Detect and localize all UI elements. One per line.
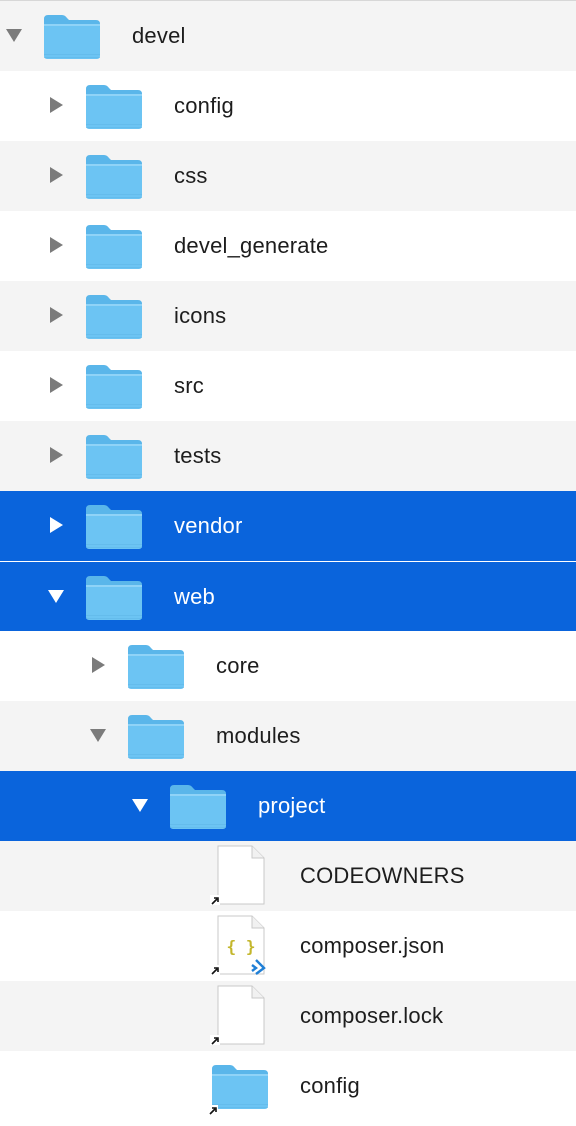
tree-row[interactable]: config: [0, 1051, 576, 1121]
folder-icon: [82, 425, 146, 485]
disclosure-collapsed-icon[interactable]: [46, 374, 66, 396]
disclosure-collapsed-icon[interactable]: [46, 164, 66, 186]
folder-icon: [82, 145, 146, 205]
tree-item-label: core: [216, 653, 260, 678]
tree-item-label: devel: [132, 23, 186, 48]
tree-row[interactable]: vendor: [0, 491, 576, 561]
tree-item-label: config: [174, 93, 234, 118]
folder-icon: [166, 775, 230, 835]
disclosure-collapsed-icon[interactable]: [88, 654, 108, 676]
tree-item-label: src: [174, 373, 204, 398]
svg-text:{ }: { }: [227, 937, 256, 956]
tree-item-label: CODEOWNERS: [300, 863, 465, 888]
tree-row[interactable]: config: [0, 71, 576, 141]
tree-item-label: composer.lock: [300, 1003, 444, 1028]
folder-icon: [82, 355, 146, 415]
tree-row[interactable]: core: [0, 631, 576, 701]
tree-item-label: project: [258, 793, 326, 818]
tree-row[interactable]: devel_generate: [0, 211, 576, 281]
folder-icon: [82, 285, 146, 345]
tree-row[interactable]: css: [0, 141, 576, 211]
disclosure-collapsed-icon[interactable]: [46, 514, 66, 536]
tree-row[interactable]: web: [0, 561, 576, 631]
disclosure-collapsed-icon[interactable]: [46, 304, 66, 326]
tree-item-label: composer.json: [300, 933, 445, 958]
disclosure-expanded-icon[interactable]: [4, 24, 24, 46]
tree-row[interactable]: src: [0, 351, 576, 421]
tree-item-label: config: [300, 1073, 360, 1098]
tree-row[interactable]: project: [0, 771, 576, 841]
disclosure-expanded-icon[interactable]: [130, 794, 150, 816]
document-alias-icon: [208, 985, 272, 1045]
folder-icon: [40, 5, 104, 65]
tree-item-label: icons: [174, 303, 227, 328]
folder-icon: [82, 215, 146, 275]
disclosure-collapsed-icon[interactable]: [46, 94, 66, 116]
tree-row[interactable]: CODEOWNERS: [0, 841, 576, 911]
tree-item-label: web: [174, 584, 215, 609]
tree-row[interactable]: modules: [0, 701, 576, 771]
disclosure-collapsed-icon[interactable]: [46, 234, 66, 256]
tree-item-label: devel_generate: [174, 233, 329, 258]
disclosure-expanded-icon[interactable]: [46, 585, 66, 607]
tree-row[interactable]: composer.lock: [0, 981, 576, 1051]
tree-item-label: css: [174, 163, 208, 188]
folder-icon: [82, 495, 146, 555]
folder-icon: [82, 75, 146, 135]
folder-icon: [82, 566, 146, 626]
disclosure-collapsed-icon[interactable]: [46, 444, 66, 466]
tree-row[interactable]: devel: [0, 1, 576, 71]
file-tree: devel config css devel_generateicons src test…: [0, 0, 576, 1126]
folder-icon: [124, 635, 188, 695]
tree-item-label: vendor: [174, 513, 243, 538]
folder-icon: [124, 705, 188, 765]
disclosure-expanded-icon[interactable]: [88, 724, 108, 746]
tree-item-label: modules: [216, 723, 301, 748]
tree-row[interactable]: { } composer.json: [0, 911, 576, 981]
tree-item-label: tests: [174, 443, 222, 468]
tree-row[interactable]: tests: [0, 421, 576, 491]
folder-alias-icon: [208, 1055, 272, 1115]
document-alias-icon: [208, 845, 272, 905]
json-file-alias-icon: { }: [208, 915, 272, 975]
tree-row[interactable]: icons: [0, 281, 576, 351]
